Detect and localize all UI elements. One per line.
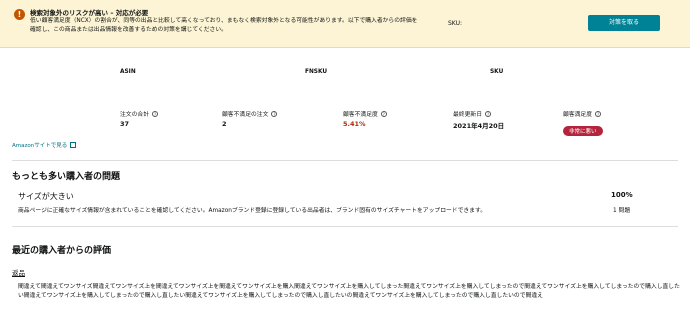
metric-label: 顧客満足度 — [563, 112, 592, 118]
asin-label: ASIN — [120, 69, 136, 75]
help-icon[interactable]: ? — [380, 110, 387, 117]
issue-count: 1 問題 — [613, 208, 631, 214]
view-on-amazon-link[interactable]: Amazonサイトで見る — [12, 141, 77, 149]
metric-value: 2021年4月20日 — [453, 122, 505, 130]
metric-last-updated: 最終更新日? 2021年4月20日 — [453, 109, 504, 130]
metric-label: 顧客不満足の注文 — [222, 112, 269, 118]
help-icon[interactable]: ? — [152, 110, 158, 117]
metric-dissatisfied-orders: 顧客不満足の注文? 2 — [222, 109, 278, 128]
metric-label: 顧客不満足度 — [343, 112, 378, 118]
fnsku-label: FNSKU — [305, 69, 328, 75]
issue-description: 商品ページに正確なサイズ情報が含まれていることを確認してください。Amazonブ… — [18, 208, 486, 214]
banner-body: 低い顧客満足度（NCX）の割合が、同等の出品と比較して高くなっており、まもなく検… — [30, 18, 418, 33]
metric-satisfaction: 顧客満足度? 非常に悪い — [563, 109, 603, 137]
help-icon[interactable]: ? — [485, 110, 491, 117]
warning-icon: ! — [14, 9, 25, 20]
status-badge: 非常に悪い — [563, 126, 603, 136]
metric-value: 37 — [120, 120, 130, 128]
review-tag: 返品 — [12, 269, 25, 277]
issues-heading: もっとも多い購入者の問題 — [12, 172, 121, 182]
metric-dissatisfaction-rate: 顧客不満足度? 5.41% — [343, 109, 387, 128]
warning-banner: ! 検索対象外のリスクが高い – 対応が必要 低い顧客満足度（NCX）の割合が、… — [0, 0, 690, 48]
banner-sku-label: SKU: — [448, 20, 462, 27]
banner-title: 検索対象外のリスクが高い – 対応が必要 — [30, 9, 149, 17]
review-text: 間違えて間違えてワンサイズ間違えてワンサイズ上を間違えてワンサイズ上を間違えてワ… — [18, 284, 680, 299]
divider — [12, 226, 678, 227]
external-link-icon — [70, 142, 77, 148]
issue-percent: 100% — [611, 191, 633, 199]
reviews-heading: 最近の購入者からの評価 — [12, 246, 112, 256]
help-icon[interactable]: ? — [595, 110, 601, 117]
metric-value: 5.41% — [343, 120, 366, 128]
metric-value: 2 — [222, 120, 227, 128]
sku-label: SKU — [490, 69, 504, 75]
divider — [12, 160, 678, 161]
metric-label: 注文の合計 — [120, 112, 149, 118]
issue-title: サイズが大きい — [18, 192, 74, 201]
metric-label: 最終更新日 — [453, 112, 482, 118]
link-label: Amazonサイトで見る — [12, 143, 68, 149]
metric-total-orders: 注文の合計? 37 — [120, 109, 158, 128]
help-icon[interactable]: ? — [271, 110, 278, 117]
take-action-button[interactable]: 対策を取る — [588, 15, 660, 31]
